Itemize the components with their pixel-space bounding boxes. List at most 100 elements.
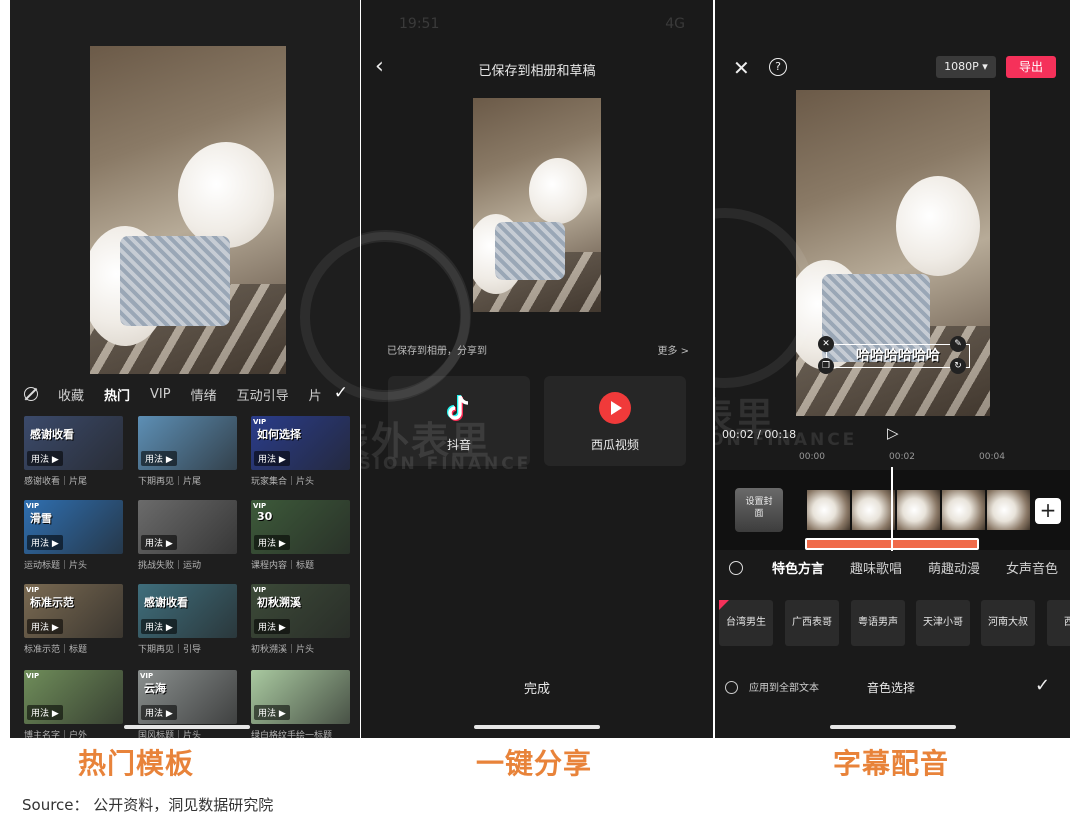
- template-card[interactable]: 感谢收看 用法 ▶: [24, 416, 123, 470]
- vip-tag: VIP: [26, 502, 40, 510]
- tab-favorites[interactable]: 收藏: [58, 385, 84, 404]
- template-card[interactable]: VIP 如何选择 用法 ▶: [251, 416, 350, 470]
- playhead[interactable]: [891, 467, 893, 551]
- apply-all-radio[interactable]: [725, 681, 738, 694]
- voice-option[interactable]: 广西表哥: [785, 600, 839, 646]
- cover-label: 设置封面: [745, 497, 773, 519]
- page-title: 已保存到相册和草稿: [478, 64, 596, 79]
- help-icon[interactable]: ?: [769, 58, 787, 76]
- template-overlay-text: 感谢收看: [144, 596, 188, 609]
- usage-badge[interactable]: 用法 ▶: [141, 535, 177, 550]
- template-label: 下期再见｜片尾: [138, 477, 202, 487]
- watermark-logo: [300, 232, 470, 402]
- tab-emotion[interactable]: 情绪: [191, 385, 217, 404]
- tab-vip[interactable]: VIP: [150, 387, 171, 402]
- status-time: 19:51: [399, 16, 440, 32]
- usage-badge[interactable]: 用法 ▶: [141, 705, 177, 720]
- no-template-icon[interactable]: [24, 387, 38, 401]
- template-card[interactable]: VIP 用法 ▶: [24, 670, 123, 724]
- ruler-tick: 00:00: [799, 452, 825, 462]
- tab-dialect[interactable]: 特色方言: [772, 558, 824, 577]
- tab-more[interactable]: 片: [309, 385, 322, 404]
- template-label: 玩家集合｜片头: [251, 477, 315, 487]
- tab-singing[interactable]: 趣味歌唱: [850, 558, 902, 577]
- voice-label: 粤语男声: [858, 617, 898, 628]
- video-frames[interactable]: [807, 490, 1032, 530]
- template-card[interactable]: 感谢收看用法 ▶: [138, 584, 237, 638]
- voice-option[interactable]: 天津小哥: [916, 600, 970, 646]
- usage-badge[interactable]: 用法 ▶: [254, 619, 290, 634]
- home-indicator: [830, 725, 956, 729]
- template-label: 下期再见｜引导: [138, 645, 202, 655]
- video-preview[interactable]: 哈哈哈哈哈哈 ✕ ✎ ❐ ↻: [796, 90, 990, 416]
- share-xigua-button[interactable]: 西瓜视频: [544, 376, 686, 466]
- subtitle-box[interactable]: 哈哈哈哈哈哈: [826, 344, 970, 368]
- template-card[interactable]: 用法 ▶: [251, 670, 350, 724]
- template-overlay-text: 初秋溯溪: [257, 596, 301, 609]
- template-overlay-text: 标准示范: [30, 596, 74, 609]
- tab-female[interactable]: 女声音色: [1006, 558, 1058, 577]
- confirm-check-icon[interactable]: ✓: [1035, 675, 1050, 696]
- template-label: 初秋溯溪｜片头: [251, 645, 315, 655]
- voice-label: 河南大叔: [988, 617, 1028, 628]
- voice-option[interactable]: 河南大叔: [981, 600, 1035, 646]
- template-label: 标准示范｜标题: [24, 645, 88, 655]
- video-preview[interactable]: [90, 46, 286, 374]
- usage-badge[interactable]: 用法 ▶: [141, 619, 177, 634]
- usage-badge[interactable]: 用法 ▶: [27, 619, 63, 634]
- voice-option[interactable]: 粤语男声: [851, 600, 905, 646]
- done-button[interactable]: 完成: [361, 678, 713, 697]
- template-card[interactable]: 用法 ▶: [138, 500, 237, 554]
- voice-label: 台湾男生: [726, 617, 766, 628]
- template-card[interactable]: VIP 云海用法 ▶: [138, 670, 237, 724]
- xigua-icon: [599, 392, 631, 424]
- template-overlay-text: 云海: [144, 682, 166, 695]
- resolution-select[interactable]: 1080P ▾: [936, 56, 996, 78]
- tab-hot[interactable]: 热门: [104, 385, 130, 404]
- no-voice-icon[interactable]: [729, 561, 743, 575]
- export-button[interactable]: 导出: [1006, 56, 1056, 78]
- usage-badge[interactable]: 用法 ▶: [254, 535, 290, 550]
- set-cover-button[interactable]: 设置封面: [735, 488, 783, 532]
- usage-badge[interactable]: 用法 ▶: [141, 451, 177, 466]
- vip-tag: VIP: [253, 502, 267, 510]
- delete-subtitle-icon[interactable]: ✕: [818, 336, 834, 352]
- more-link[interactable]: 更多 >: [657, 342, 689, 357]
- copy-subtitle-icon[interactable]: ❐: [818, 358, 834, 374]
- usage-badge[interactable]: 用法 ▶: [27, 705, 63, 720]
- add-clip-button[interactable]: +: [1035, 498, 1061, 524]
- voice-option[interactable]: 西安: [1047, 600, 1070, 646]
- voice-tabs: 特色方言 趣味歌唱 萌趣动漫 女声音色: [715, 558, 1070, 582]
- vip-tag: VIP: [26, 586, 40, 594]
- template-label: 运动标题｜片头: [24, 561, 88, 571]
- template-card[interactable]: VIP 标准示范用法 ▶: [24, 584, 123, 638]
- close-icon[interactable]: ✕: [733, 56, 750, 80]
- vip-tag: VIP: [140, 672, 154, 680]
- apply-all-label[interactable]: 应用到全部文本: [749, 679, 819, 694]
- tab-anime[interactable]: 萌趣动漫: [928, 558, 980, 577]
- edit-subtitle-icon[interactable]: ✎: [950, 336, 966, 352]
- template-card[interactable]: VIP 30 用法 ▶: [251, 500, 350, 554]
- ruler-tick: 00:04: [979, 452, 1005, 462]
- rotate-subtitle-icon[interactable]: ↻: [950, 358, 966, 374]
- usage-badge[interactable]: 用法 ▶: [27, 451, 63, 466]
- template-card[interactable]: VIP 滑雪 用法 ▶: [24, 500, 123, 554]
- source-note: Source： 公开资料，洞见数据研究院: [22, 796, 274, 814]
- vip-tag: VIP: [253, 418, 267, 426]
- tab-interaction[interactable]: 互动引导: [237, 385, 289, 404]
- template-card[interactable]: VIP 初秋溯溪用法 ▶: [251, 584, 350, 638]
- voice-label: 广西表哥: [792, 617, 832, 628]
- usage-badge[interactable]: 用法 ▶: [27, 535, 63, 550]
- template-tabs: 收藏 热门 VIP 情绪 互动引导 片 ✓: [10, 376, 360, 412]
- caption-dubbing: 字幕配音: [833, 747, 950, 780]
- caption-share: 一键分享: [476, 747, 593, 780]
- usage-badge[interactable]: 用法 ▶: [254, 705, 290, 720]
- play-icon[interactable]: ▷: [887, 424, 899, 442]
- watermark-subtext: VISION FINANCE: [361, 454, 532, 474]
- template-card[interactable]: 用法 ▶: [138, 416, 237, 470]
- sound-select-title: 音色选择: [867, 681, 916, 695]
- usage-badge[interactable]: 用法 ▶: [254, 451, 290, 466]
- vip-tag: VIP: [253, 586, 267, 594]
- home-indicator: [474, 725, 600, 729]
- template-label: 挑战失败｜运动: [138, 561, 202, 571]
